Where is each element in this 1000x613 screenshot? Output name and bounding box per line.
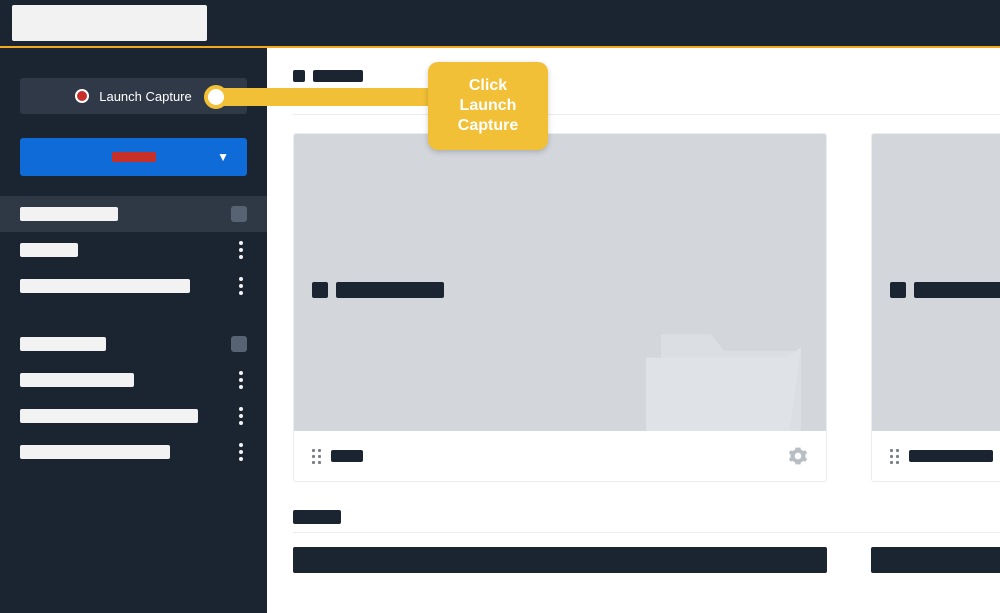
card-footer (294, 431, 826, 481)
card-body (872, 134, 1000, 431)
section-2-row (293, 547, 1000, 573)
gear-icon[interactable] (788, 446, 808, 466)
sidebar-item[interactable] (0, 326, 267, 362)
folder-card[interactable] (871, 133, 1000, 482)
section-heading (293, 70, 1000, 82)
chevron-down-icon: ▼ (217, 150, 229, 164)
kebab-icon[interactable] (235, 237, 247, 263)
sidebar-group-2 (0, 326, 267, 470)
annotation-text: Click Launch Capture (458, 77, 518, 134)
folder-icon (646, 301, 816, 431)
annotation-target-dot (204, 85, 228, 109)
heading-icon (293, 70, 305, 82)
status-square-icon (231, 206, 247, 222)
sidebar-item-label (20, 445, 170, 459)
launch-capture-label: Launch Capture (99, 89, 192, 104)
list-row[interactable] (293, 547, 827, 573)
drag-grip-icon[interactable] (890, 449, 899, 464)
annotation-connector (212, 88, 430, 106)
divider (293, 532, 1000, 533)
primary-dropdown[interactable]: ▼ (20, 138, 247, 176)
kebab-icon[interactable] (235, 367, 247, 393)
status-square-icon (231, 336, 247, 352)
card-body (294, 134, 826, 431)
sidebar-item[interactable] (0, 362, 267, 398)
sidebar-item-label (20, 207, 118, 221)
folder-card[interactable] (293, 133, 827, 482)
sidebar-item[interactable] (0, 434, 267, 470)
heading-text (313, 70, 363, 82)
record-icon (75, 89, 89, 103)
sidebar-item-label (20, 279, 190, 293)
primary-dropdown-label (112, 152, 156, 162)
card-row (293, 133, 1000, 482)
main-content (267, 48, 1000, 613)
annotation-callout: Click Launch Capture (428, 62, 548, 150)
section-2-heading-text (293, 510, 341, 524)
kebab-icon[interactable] (235, 403, 247, 429)
card-footer-label (331, 450, 363, 462)
card-title (890, 282, 1000, 308)
sidebar-item-label (20, 243, 78, 257)
divider (293, 114, 1000, 115)
sidebar: Launch Capture ▼ (0, 48, 267, 613)
sidebar-item[interactable] (0, 268, 267, 304)
sidebar-item-label (20, 337, 106, 351)
section-2-heading (293, 510, 1000, 524)
sidebar-item[interactable] (0, 232, 267, 268)
topbar (0, 0, 1000, 46)
sidebar-item[interactable] (0, 196, 267, 232)
sidebar-item[interactable] (0, 398, 267, 434)
sidebar-item-label (20, 373, 134, 387)
kebab-icon[interactable] (235, 439, 247, 465)
app-logo[interactable] (12, 5, 207, 41)
sidebar-group-1 (0, 196, 267, 304)
card-footer (872, 431, 1000, 481)
sidebar-item-label (20, 409, 198, 423)
card-footer-label (909, 450, 993, 462)
card-title (312, 282, 444, 308)
kebab-icon[interactable] (235, 273, 247, 299)
drag-grip-icon[interactable] (312, 449, 321, 464)
list-row[interactable] (871, 547, 1000, 573)
